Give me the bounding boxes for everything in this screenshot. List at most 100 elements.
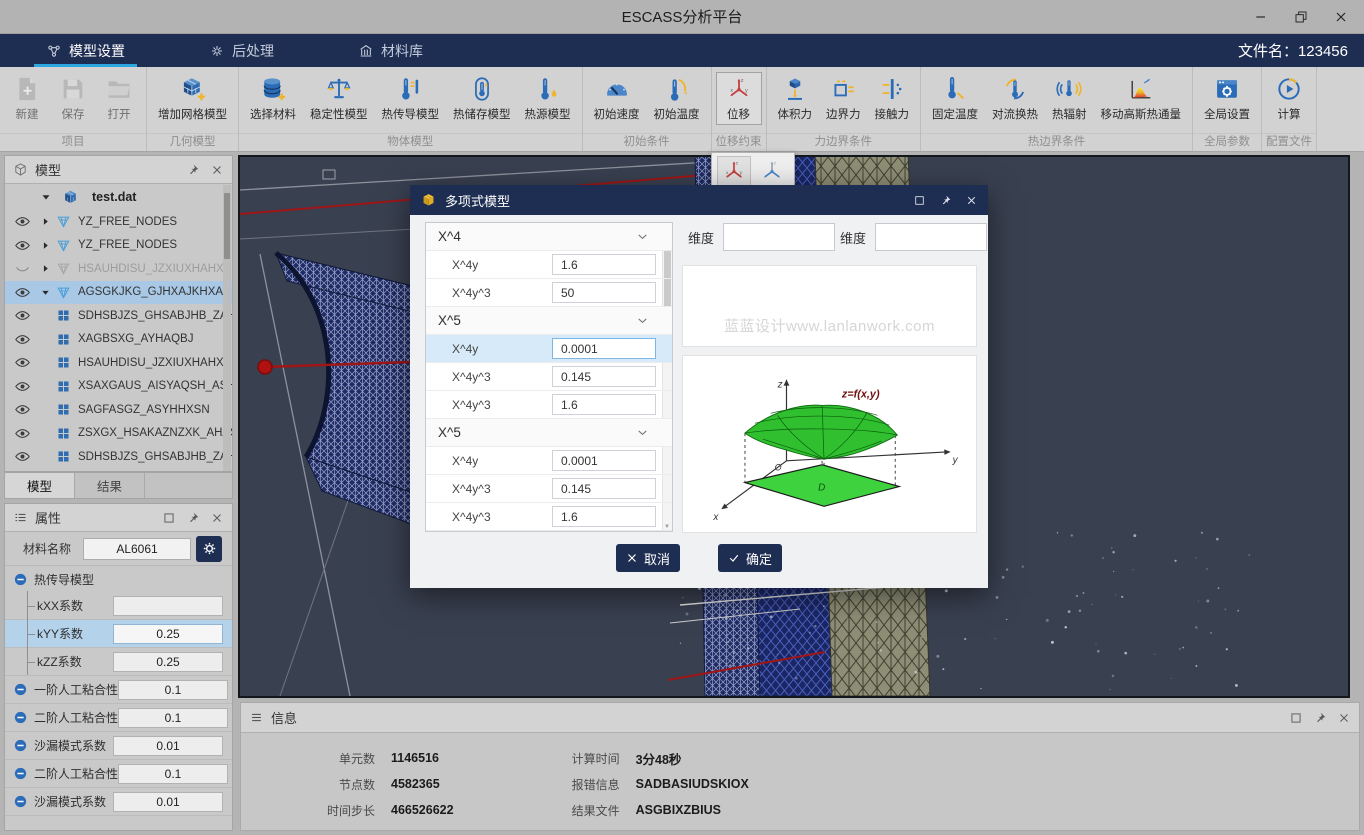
polynomial-row[interactable]: X^4y bbox=[426, 251, 672, 279]
polynomial-row[interactable]: X^4y^3 bbox=[426, 475, 672, 503]
caret-icon[interactable] bbox=[40, 310, 51, 321]
visibility-eye-icon[interactable] bbox=[14, 260, 31, 277]
maximize-icon[interactable] bbox=[1289, 711, 1303, 725]
caret-icon[interactable] bbox=[40, 428, 51, 439]
caret-down-icon[interactable] bbox=[40, 191, 52, 203]
dimension-input-1[interactable] bbox=[723, 223, 835, 251]
toolbar-button[interactable]: 初始速度 bbox=[587, 72, 647, 125]
toolbar-button[interactable]: 计算 bbox=[1266, 72, 1312, 125]
property-row[interactable]: 二阶人工粘合性 bbox=[5, 760, 232, 788]
collapse-minus-icon[interactable] bbox=[13, 794, 28, 809]
toolbar-button[interactable]: 稳定性模型 bbox=[303, 72, 375, 125]
tree-scrollbar-thumb[interactable] bbox=[224, 193, 230, 259]
property-row[interactable]: 沙漏模式系数 bbox=[5, 788, 232, 816]
dialog-header[interactable]: 多项式模型 bbox=[410, 185, 988, 215]
visibility-eye-icon[interactable] bbox=[14, 307, 31, 324]
caret-icon[interactable] bbox=[40, 287, 51, 298]
polynomial-row[interactable]: X^5 bbox=[426, 419, 672, 447]
coefficient-input[interactable] bbox=[552, 394, 656, 415]
menu-tab[interactable]: 后处理 bbox=[193, 34, 290, 67]
maximize-icon[interactable] bbox=[913, 194, 926, 207]
property-row[interactable]: 热传导模型 bbox=[5, 566, 232, 592]
polynomial-row[interactable]: X^4y^3 bbox=[426, 363, 672, 391]
toolbar-button[interactable]: 固定温度 bbox=[925, 72, 985, 125]
toolbar-button[interactable]: 接触力 bbox=[868, 72, 917, 125]
toolbar-button[interactable]: 保存 bbox=[50, 72, 96, 125]
property-row[interactable]: 一阶人工粘合性 bbox=[5, 676, 232, 704]
restore-button[interactable] bbox=[1288, 6, 1314, 28]
caret-icon[interactable] bbox=[40, 357, 51, 368]
toolbar-button[interactable]: 全局设置 bbox=[1197, 72, 1257, 125]
displacement-alt-button[interactable]: z bbox=[755, 156, 789, 186]
visibility-eye-icon[interactable] bbox=[14, 284, 31, 301]
caret-icon[interactable] bbox=[40, 404, 51, 415]
toolbar-button[interactable]: 边界力 bbox=[819, 72, 868, 125]
collapse-minus-icon[interactable] bbox=[13, 710, 28, 725]
polynomial-row[interactable]: X^4y^3 bbox=[426, 503, 672, 531]
property-row[interactable]: kXX系数 bbox=[5, 592, 232, 620]
caret-icon[interactable] bbox=[40, 240, 51, 251]
polynomial-row[interactable]: X^4y^3 bbox=[426, 391, 672, 419]
visibility-eye-icon[interactable] bbox=[14, 401, 31, 418]
coefficient-input[interactable] bbox=[552, 338, 656, 359]
property-value-input[interactable] bbox=[118, 708, 228, 728]
visibility-eye-icon[interactable] bbox=[14, 213, 31, 230]
pin-icon[interactable] bbox=[939, 194, 952, 207]
coefficient-input[interactable] bbox=[552, 450, 656, 471]
cancel-button[interactable]: 取消 bbox=[616, 544, 680, 572]
pin-icon[interactable] bbox=[1313, 711, 1327, 725]
property-value-input[interactable] bbox=[118, 680, 228, 700]
visibility-eye-icon[interactable] bbox=[14, 237, 31, 254]
dimension-input-2[interactable] bbox=[875, 223, 987, 251]
collapse-minus-icon[interactable] bbox=[13, 738, 28, 753]
property-row[interactable]: kZZ系数 bbox=[5, 648, 232, 676]
tree-item[interactable]: YZ_FREE_NODES bbox=[5, 234, 232, 258]
caret-icon[interactable] bbox=[40, 451, 51, 462]
material-settings-button[interactable] bbox=[196, 536, 222, 562]
toolbar-button[interactable]: 移动高斯热通量 bbox=[1094, 72, 1189, 125]
collapse-minus-icon[interactable] bbox=[13, 572, 28, 587]
collapse-minus-icon[interactable] bbox=[13, 766, 28, 781]
close-icon[interactable] bbox=[210, 163, 224, 177]
chevron-down-icon[interactable] bbox=[635, 425, 650, 440]
chevron-down-icon[interactable] bbox=[635, 313, 650, 328]
toolbar-button[interactable]: 热传导模型 bbox=[375, 72, 447, 125]
close-icon[interactable] bbox=[965, 194, 978, 207]
close-icon[interactable] bbox=[210, 511, 224, 525]
polynomial-row[interactable]: X^4y bbox=[426, 335, 672, 363]
tree-item[interactable]: YZ_FREE_NODES bbox=[5, 210, 232, 234]
pin-icon[interactable] bbox=[186, 511, 200, 525]
maximize-icon[interactable] bbox=[162, 511, 176, 525]
sidebar-tab[interactable]: 模型 bbox=[5, 473, 75, 498]
toolbar-button[interactable]: 热源模型 bbox=[518, 72, 578, 125]
visibility-eye-icon[interactable] bbox=[14, 354, 31, 371]
chevron-down-icon[interactable] bbox=[635, 229, 650, 244]
polynomial-row[interactable]: X^4y^3 bbox=[426, 279, 672, 307]
coefficient-input[interactable] bbox=[552, 254, 656, 275]
close-button[interactable] bbox=[1328, 6, 1354, 28]
confirm-button[interactable]: 确定 bbox=[718, 544, 782, 572]
property-value-input[interactable] bbox=[113, 596, 223, 616]
close-icon[interactable] bbox=[1337, 711, 1351, 725]
caret-icon[interactable] bbox=[40, 334, 51, 345]
tree-item[interactable]: SDHSBJZS_GHSABJHB_ZAHU bbox=[5, 445, 232, 469]
property-value-input[interactable] bbox=[118, 764, 228, 784]
caret-icon[interactable] bbox=[40, 216, 51, 227]
tree-item[interactable]: XSAXGAUS_AISYAQSH_ASHX bbox=[5, 375, 232, 399]
property-row[interactable]: 沙漏模式系数 bbox=[5, 732, 232, 760]
coefficient-input[interactable] bbox=[552, 478, 656, 499]
tree-scrollbar[interactable] bbox=[223, 185, 231, 471]
property-value-input[interactable] bbox=[113, 624, 223, 644]
polynomial-row[interactable]: X^5 bbox=[426, 307, 672, 335]
tree-item[interactable]: SDHSBJZS_GHSABJHB_ZAHU bbox=[5, 304, 232, 328]
tree-item[interactable]: HSAUHDISU_JZXIUXHAHX bbox=[5, 351, 232, 375]
caret-icon[interactable] bbox=[40, 381, 51, 392]
collapse-minus-icon[interactable] bbox=[13, 682, 28, 697]
polynomial-row[interactable]: X^4 bbox=[426, 223, 672, 251]
toolbar-button[interactable]: 热辐射 bbox=[1045, 72, 1094, 125]
coefficient-input[interactable] bbox=[552, 282, 656, 303]
polynomial-row[interactable]: X^4y bbox=[426, 447, 672, 475]
menu-tab[interactable]: 材料库 bbox=[342, 34, 439, 67]
material-name-input[interactable] bbox=[83, 538, 191, 560]
visibility-eye-icon[interactable] bbox=[14, 331, 31, 348]
